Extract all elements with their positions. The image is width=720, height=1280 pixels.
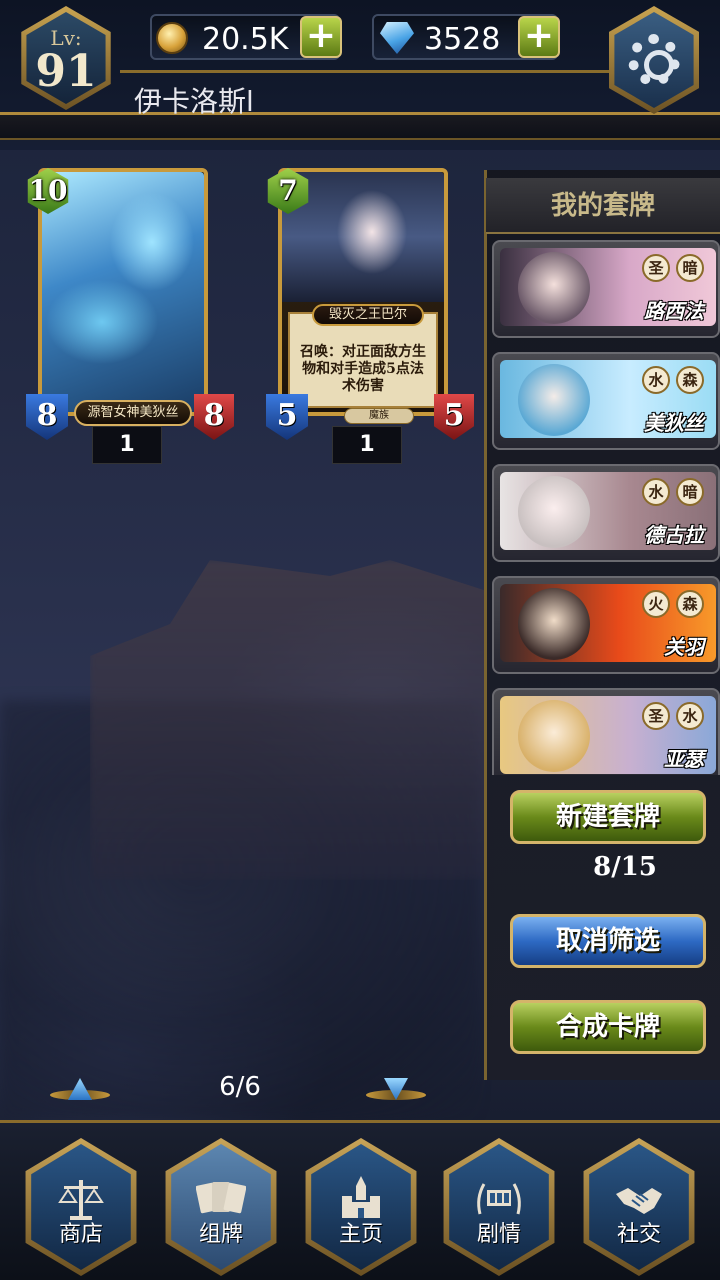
card-attack: 5: [276, 398, 298, 433]
deck-name: 路西法: [644, 299, 704, 323]
player-name: 伊卡洛斯l: [134, 85, 254, 118]
next-page-button[interactable]: [366, 1072, 426, 1106]
prev-page-button[interactable]: [50, 1072, 110, 1106]
nav-label: 剧情: [476, 1222, 521, 1247]
nav-label: 主页: [338, 1222, 383, 1247]
card-health: 5: [443, 398, 465, 433]
card-cost: 7: [278, 174, 298, 207]
element-dark-icon: 暗: [676, 254, 704, 282]
deck-list[interactable]: 圣 暗 路西法 水 森 美狄丝 水 暗 德古拉 火 森 关羽 圣 水 亚瑟: [488, 240, 720, 775]
card-count: 1: [332, 426, 402, 464]
new-deck-button[interactable]: 新建套牌: [510, 790, 706, 844]
card-medis[interactable]: 10 源智女神美狄丝 8 8 1: [26, 168, 234, 464]
nav-story[interactable]: 剧情: [440, 1138, 558, 1276]
gear-icon: [628, 34, 680, 86]
gold-value: 20.5K: [202, 22, 289, 57]
add-gold-button[interactable]: +: [300, 16, 342, 58]
top-divider: [120, 70, 610, 73]
top-frame: [0, 112, 720, 140]
deck-item-arthur[interactable]: 圣 水 亚瑟: [488, 688, 720, 775]
card-baal[interactable]: 召唤：对正面敌方生物和对手造成5点法术伤害 毁灭之王巴尔 魔族 7 5 5 1: [266, 168, 474, 464]
element-fire-icon: 火: [642, 590, 670, 618]
element-dark-icon: 暗: [676, 478, 704, 506]
element-water-icon: 水: [642, 366, 670, 394]
nav-home[interactable]: 主页: [302, 1138, 420, 1276]
cancel-filter-button[interactable]: 取消筛选: [510, 914, 706, 968]
card-health: 8: [203, 398, 225, 433]
card-text: 召唤：对正面敌方生物和对手造成5点法术伤害: [288, 312, 438, 408]
gem-counter: 3528 +: [372, 14, 560, 60]
page-indicator: 6/6: [219, 1072, 261, 1102]
card-count: 1: [92, 426, 162, 464]
element-forest-icon: 森: [676, 366, 704, 394]
element-water-icon: 水: [676, 702, 704, 730]
diamond-icon: [380, 22, 414, 54]
attack-badge: 5: [266, 394, 308, 440]
attack-badge: 8: [26, 394, 68, 440]
gold-counter: 20.5K +: [150, 14, 342, 60]
element-water-icon: 水: [642, 478, 670, 506]
deck-item-medis[interactable]: 水 森 美狄丝: [488, 352, 720, 450]
element-forest-icon: 森: [676, 590, 704, 618]
element-holy-icon: 圣: [642, 702, 670, 730]
card-cost: 10: [28, 174, 68, 207]
nav-label: 商店: [58, 1222, 103, 1247]
deck-item-dracula[interactable]: 水 暗 德古拉: [488, 464, 720, 562]
nav-deck[interactable]: 组牌: [162, 1138, 280, 1276]
card-name: 毁灭之王巴尔: [312, 304, 424, 326]
add-gems-button[interactable]: +: [518, 16, 560, 58]
gem-value: 3528: [424, 22, 501, 57]
nav-label: 社交: [616, 1222, 661, 1247]
deck-name: 关羽: [664, 635, 704, 659]
element-holy-icon: 圣: [642, 254, 670, 282]
nav-label: 组牌: [198, 1222, 243, 1247]
deck-count: 8/15: [593, 852, 657, 882]
card-name: 源智女神美狄丝: [74, 400, 192, 426]
deck-item-lucifer[interactable]: 圣 暗 路西法: [488, 240, 720, 338]
nav-social[interactable]: 社交: [580, 1138, 698, 1276]
card-attack: 8: [36, 398, 58, 433]
deck-name: 德古拉: [644, 523, 704, 547]
card-tribe: 魔族: [344, 408, 414, 424]
deck-name: 亚瑟: [664, 747, 704, 771]
level-badge[interactable]: Lv: 91: [14, 6, 118, 110]
deck-item-guanyu[interactable]: 火 森 关羽: [488, 576, 720, 674]
arrow-up-icon: [68, 1078, 92, 1100]
craft-card-button[interactable]: 合成卡牌: [510, 1000, 706, 1054]
coin-icon: [156, 22, 188, 54]
level-value: 91: [35, 46, 97, 97]
nav-shop[interactable]: 商店: [22, 1138, 140, 1276]
deck-panel-title: 我的套牌: [486, 178, 720, 234]
deck-name: 美狄丝: [644, 411, 704, 435]
